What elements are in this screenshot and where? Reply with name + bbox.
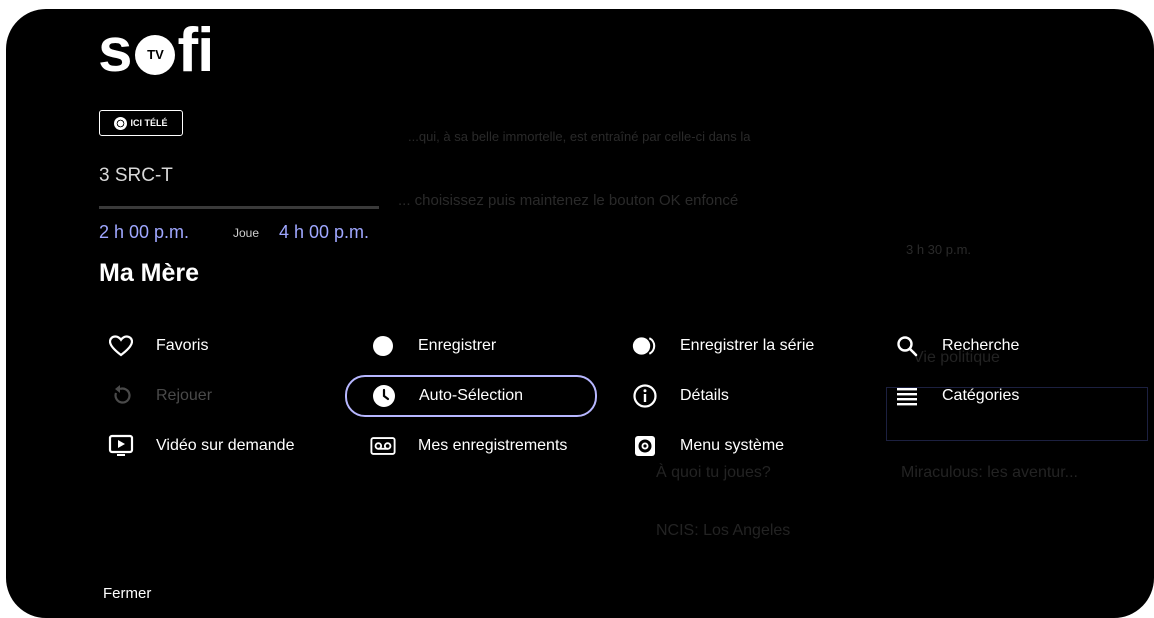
menu-item-favoris[interactable]: Favoris [108, 327, 208, 365]
menu-label-recherche: Recherche [942, 337, 1020, 354]
program-end-time: 4 h 00 p.m. [279, 222, 370, 242]
background-a-quoi: À quoi tu joues? [656, 464, 771, 481]
menu-label-enregistrer: Enregistrer [418, 337, 497, 354]
menu-label-categories: Catégories [942, 387, 1020, 404]
search-icon [894, 333, 920, 359]
close-button[interactable]: Fermer [103, 585, 151, 602]
record-dot-icon [370, 333, 396, 359]
background-time: 3 h 30 p.m. [906, 242, 972, 257]
logo-letters-fi: fi [177, 16, 214, 85]
heart-icon [108, 333, 134, 359]
menu-label-favoris: Favoris [156, 337, 209, 354]
logo-letter-s: s [98, 16, 132, 85]
replay-icon [108, 383, 134, 409]
series-record-icon [632, 333, 658, 359]
clock-icon [371, 383, 397, 409]
menu-item-vod[interactable]: Vidéo sur demande [108, 427, 294, 465]
tv-screen: ...qui, à sa belle immortelle, est entra… [6, 9, 1154, 618]
menu-item-mes-enregistrements[interactable]: Mes enregistrements [370, 427, 567, 465]
menu-label-auto-selection: Auto-Sélection [419, 387, 524, 404]
program-progress-bar [99, 206, 379, 209]
list-icon [894, 383, 920, 409]
menu-item-enregistrer-serie[interactable]: Enregistrer la série [632, 327, 814, 365]
sofi-tv-logo: s TV fi [98, 9, 214, 85]
menu-label-details: Détails [680, 387, 729, 404]
background-ncis: NCIS: Los Angeles [656, 522, 791, 539]
play-state-label: Joue [233, 226, 260, 240]
menu-label-vod: Vidéo sur demande [156, 437, 295, 454]
info-icon [632, 383, 658, 409]
channel-logo-badge: ICI TÉLÉ [99, 110, 183, 136]
menu-label-mes-enregistrements: Mes enregistrements [418, 437, 568, 454]
background-hint-line: ... choisissez puis maintenez le bouton … [398, 192, 739, 209]
menu-item-recherche[interactable]: Recherche [894, 327, 1019, 365]
program-title: Ma Mère [99, 259, 200, 287]
background-miraculous: Miraculous: les aventur... [901, 464, 1078, 481]
cassette-icon [370, 433, 396, 459]
menu-label-rejouer: Rejouer [156, 387, 213, 404]
menu-item-rejouer[interactable]: Rejouer [108, 377, 212, 415]
channel-number: 3 SRC-T [99, 165, 173, 186]
logo-tv-text: TV [147, 47, 164, 62]
menu-item-auto-selection[interactable]: Auto-Sélection [345, 375, 597, 417]
menu-item-categories[interactable]: Catégories [894, 377, 1019, 415]
menu-label-enregistrer-serie: Enregistrer la série [680, 337, 815, 354]
radio-canada-gem-icon [114, 116, 128, 130]
video-play-icon [108, 433, 134, 459]
logo-tv-disc: TV [135, 35, 176, 75]
menu-label-menu-systeme: Menu système [680, 437, 785, 454]
channel-badge-text: ICI TÉLÉ [130, 118, 168, 128]
settings-gear-icon [632, 433, 658, 459]
program-start-time: 2 h 00 p.m. [99, 222, 190, 242]
menu-item-menu-systeme[interactable]: Menu système [632, 427, 784, 465]
menu-item-enregistrer[interactable]: Enregistrer [370, 327, 496, 365]
menu-item-details[interactable]: Détails [632, 377, 729, 415]
background-description-line: ...qui, à sa belle immortelle, est entra… [408, 129, 751, 144]
